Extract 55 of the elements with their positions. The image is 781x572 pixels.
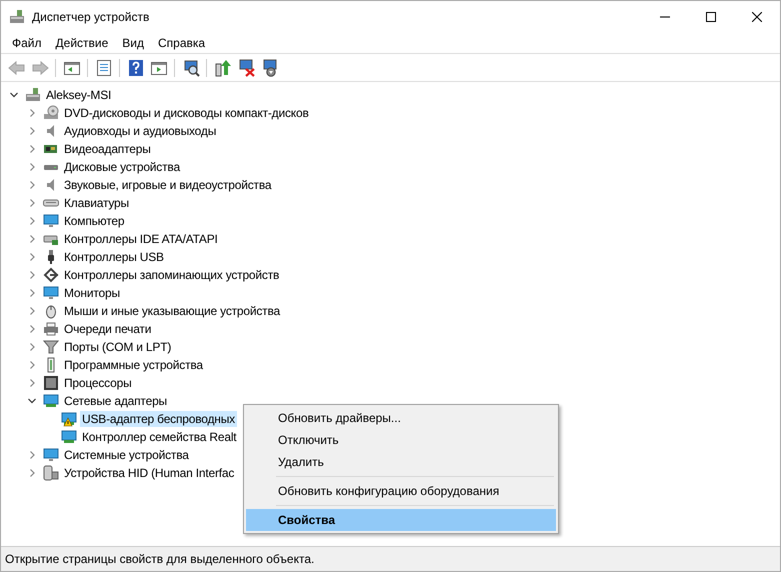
tree-item[interactable]: Видеоадаптеры [62, 141, 153, 157]
tree-item[interactable]: Устройства HID (Human Interfac [62, 465, 236, 481]
device-manager-icon [9, 8, 25, 24]
window-title: Диспетчер устройств [32, 10, 150, 24]
tree-item[interactable]: Системные устройства [62, 447, 191, 463]
menu-item[interactable]: Справка [151, 34, 212, 52]
chevron-down-icon[interactable] [27, 396, 37, 406]
menu-item[interactable]: Файл [5, 34, 49, 52]
tree-item[interactable]: Контроллеры IDE ATA/ATAPI [62, 231, 220, 247]
processor-icon [43, 375, 59, 391]
chevron-down-icon[interactable] [9, 90, 19, 100]
maximize-icon [706, 12, 716, 22]
tree-item[interactable]: Клавиатуры [62, 195, 131, 211]
tree-item[interactable]: Звуковые, игровые и видеоустройства [62, 177, 274, 193]
context-menu-item[interactable]: Отключить [246, 429, 556, 451]
tree-item[interactable]: Очереди печати [62, 321, 154, 337]
update-driver-icon[interactable] [214, 58, 232, 76]
menu-item[interactable]: Вид [115, 34, 151, 52]
tree-item[interactable]: Процессоры [62, 375, 134, 391]
tree-item[interactable]: Aleksey-MSI [44, 87, 114, 103]
monitor-icon [43, 213, 59, 229]
tree-item[interactable]: Мониторы [62, 285, 122, 301]
tree-item[interactable]: Дисковые устройства [62, 159, 182, 175]
tree-item[interactable]: Порты (COM и LPT) [62, 339, 174, 355]
menu-item[interactable]: Действие [48, 34, 116, 52]
tree-item[interactable]: Контроллер семейства Realt [80, 429, 238, 445]
context-menu-item[interactable]: Свойства [246, 509, 556, 531]
tree-item[interactable]: Аудиовходы и аудиовыходы [62, 123, 218, 139]
close-icon [752, 12, 762, 22]
properties-sheet-icon[interactable] [94, 58, 112, 76]
status-text: Открытие страницы свойств для выделенного объекта. [5, 552, 314, 566]
input-device-icon [43, 465, 59, 481]
tree-item[interactable]: Мыши и иные указывающие устройства [62, 303, 282, 319]
tree-item[interactable]: Программные устройства [62, 357, 205, 373]
context-menu-item[interactable]: Обновить драйверы... [246, 407, 556, 429]
tree-item[interactable]: Контроллеры запоминающих устройств [62, 267, 282, 283]
help-icon[interactable] [126, 58, 144, 76]
monitor-icon [43, 447, 59, 463]
disc-drive-icon [43, 105, 59, 121]
tree-item[interactable]: USB-адаптер беспроводных [80, 411, 237, 427]
tree-item[interactable]: Сетевые адаптеры [62, 393, 169, 409]
port-connector-icon [43, 339, 59, 355]
context-menu-item[interactable]: Обновить конфигурацию оборудования [246, 480, 556, 502]
printer-icon [43, 321, 59, 337]
monitor-icon [43, 285, 59, 301]
scan-monitor-icon[interactable] [182, 58, 200, 76]
tree-item[interactable]: Контроллеры USB [62, 249, 166, 265]
network-adapter-icon [43, 393, 59, 409]
mouse-icon [43, 303, 59, 319]
remove-device-icon[interactable] [236, 58, 254, 76]
storage-icon [43, 267, 59, 283]
context-menu-item[interactable]: Удалить [246, 451, 556, 473]
computer-icon [25, 87, 41, 103]
tree-item[interactable]: DVD-дисководы и дисководы компакт-дисков [62, 105, 311, 121]
tree-item[interactable]: Компьютер [62, 213, 126, 229]
